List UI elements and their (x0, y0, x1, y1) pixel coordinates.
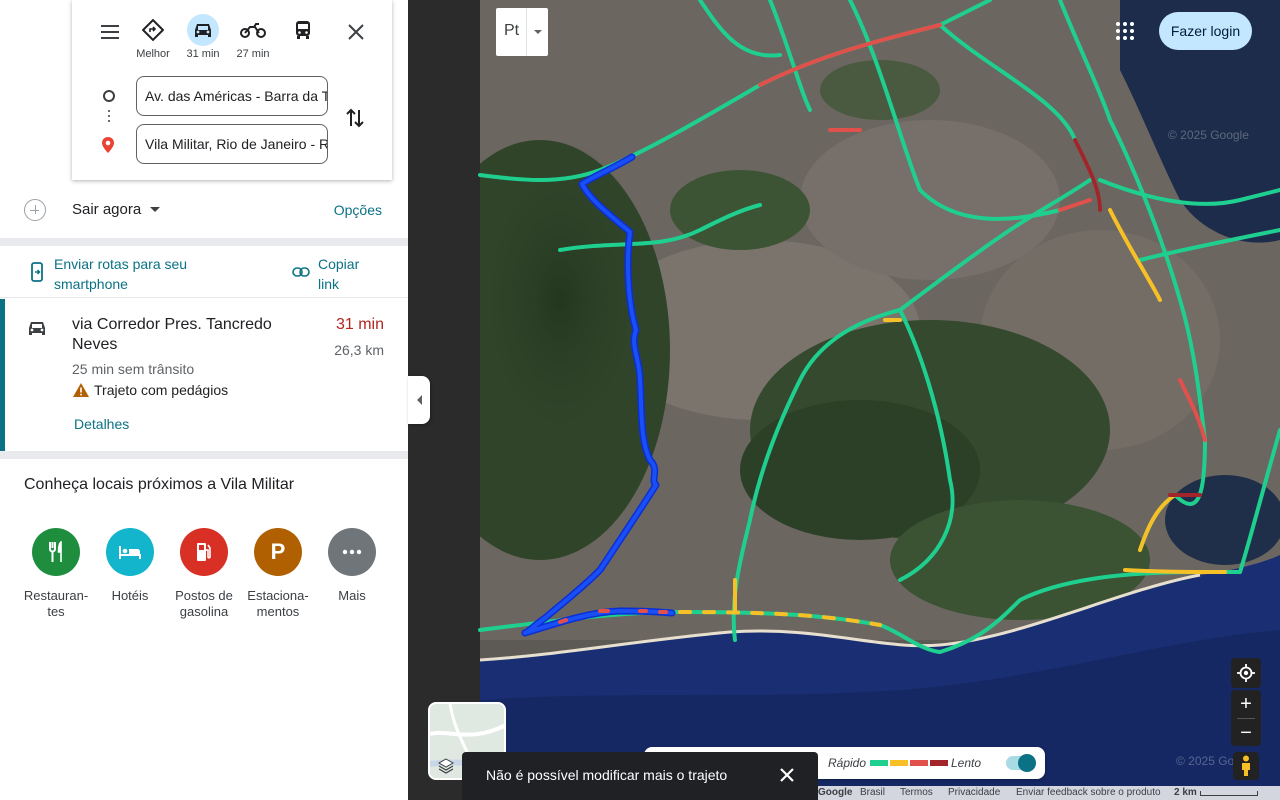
link-icon[interactable] (292, 264, 310, 282)
language-selector[interactable]: Pt (496, 8, 548, 56)
menu-icon[interactable] (98, 20, 122, 44)
caret-down-icon (534, 30, 542, 34)
category-more[interactable]: Mais (315, 528, 389, 604)
category-label: Restauran-tes (23, 588, 89, 619)
my-location-button[interactable] (1231, 658, 1261, 688)
nearby-title: Conheça locais próximos a Vila Militar (24, 476, 295, 493)
street-view-pegman-icon[interactable] (1233, 752, 1259, 780)
motorcycle-icon (237, 14, 269, 46)
google-apps-icon[interactable] (1116, 22, 1134, 40)
selected-route-indicator (0, 299, 5, 451)
legend-swatch (870, 760, 888, 766)
legend-swatch (910, 760, 928, 766)
share-row: Enviar rotas para seu smartphone Copiar … (0, 246, 408, 298)
travel-mode-row: Melhor 31 min 27 min (72, 14, 392, 64)
depart-time-row: Sair agora Opções (0, 192, 408, 228)
zoom-controls: + − (1231, 690, 1261, 746)
details-button[interactable]: Detalhes (74, 416, 129, 432)
parking-icon: P (254, 528, 302, 576)
origin-input[interactable]: Av. das Américas - Barra da Tijuca (136, 76, 328, 116)
directions-panel: Melhor 31 min 27 min Av. das Américas - … (0, 0, 408, 800)
gas-station-icon (180, 528, 228, 576)
mode-motorcycle-label: 27 min (236, 48, 270, 60)
legend-fast-label: Rápido (828, 756, 867, 770)
caret-down-icon[interactable] (150, 207, 160, 212)
layers-icon (437, 758, 455, 778)
copy-link-button[interactable]: Copiar link (318, 254, 378, 294)
directions-icon (137, 14, 169, 46)
category-label: Postos de gasolina (175, 588, 233, 619)
destination-input[interactable]: Vila Militar, Rio de Janeiro - RJ (136, 124, 328, 164)
transit-icon (287, 14, 319, 46)
restaurant-icon (32, 528, 80, 576)
category-label: Hotéis (111, 588, 149, 603)
category-gas-stations[interactable]: Postos de gasolina (167, 528, 241, 620)
snackbar: Não é possível modificar mais o trajeto (462, 752, 818, 800)
close-icon[interactable] (778, 766, 796, 787)
route-no-traffic-time: 25 min sem trânsito (72, 361, 195, 377)
send-to-phone-link[interactable]: Enviar rotas para seu smartphone (54, 254, 244, 294)
footer-google: Google (818, 787, 853, 798)
directions-card: Melhor 31 min 27 min Av. das Américas - … (72, 0, 392, 180)
legend-swatch (890, 760, 908, 766)
map-canvas[interactable]: © 2025 Google © 2025 Google (408, 0, 1280, 800)
snackbar-message: Não é possível modificar mais o trajeto (486, 767, 728, 783)
mode-car[interactable]: 31 min (177, 14, 229, 60)
category-parking[interactable]: P Estaciona-mentos (241, 528, 315, 620)
close-icon[interactable] (344, 20, 368, 44)
route-distance: 26,3 km (334, 342, 384, 358)
depart-now-dropdown[interactable]: Sair agora (72, 201, 141, 218)
my-location-icon (1237, 664, 1255, 682)
legend-slow-label: Lento (951, 756, 982, 770)
warning-icon (72, 382, 90, 403)
footer-feedback-link[interactable]: Enviar feedback sobre o produto (1016, 787, 1161, 798)
mode-motorcycle[interactable]: 27 min (227, 14, 279, 60)
category-label: Estaciona-mentos (247, 588, 309, 619)
map-footer: Google Brasil Termos Privacidade Enviar … (818, 786, 1280, 800)
route-option[interactable]: via Corredor Pres. Tancredo Neves 31 min… (0, 299, 408, 451)
collapse-panel-button[interactable] (408, 376, 430, 424)
more-icon (328, 528, 376, 576)
add-destination-icon[interactable] (24, 199, 46, 221)
swap-directions-icon[interactable] (344, 106, 366, 135)
divider (0, 238, 408, 246)
route-title: via Corredor Pres. Tancredo Neves (72, 316, 272, 353)
zoom-in-button[interactable]: + (1231, 690, 1261, 718)
mode-transit[interactable] (277, 14, 329, 46)
sign-in-button[interactable]: Fazer login (1159, 12, 1252, 50)
mode-car-label: 31 min (186, 48, 220, 60)
scale-bar (1200, 791, 1258, 796)
options-button[interactable]: Opções (334, 202, 382, 218)
footer-country[interactable]: Brasil (860, 787, 885, 798)
mode-best-label: Melhor (136, 48, 170, 60)
map-watermark: © 2025 Google (1168, 128, 1249, 142)
legend-swatch (930, 760, 948, 766)
scale-label[interactable]: 2 km (1174, 787, 1197, 798)
traffic-toggle[interactable] (1006, 754, 1036, 772)
category-restaurants[interactable]: Restauran-tes (19, 528, 93, 620)
route-duration: 31 min (335, 316, 384, 333)
divider (0, 451, 408, 459)
hotel-icon (106, 528, 154, 576)
category-hotels[interactable]: Hotéis (93, 528, 167, 604)
origin-circle-icon (103, 90, 115, 102)
route-dots-icon (108, 110, 110, 125)
car-icon (187, 14, 219, 46)
send-to-phone-icon[interactable] (30, 262, 44, 287)
footer-privacy-link[interactable]: Privacidade (948, 787, 1000, 798)
mode-best[interactable]: Melhor (127, 14, 179, 60)
chevron-left-icon (417, 395, 422, 405)
satellite-map (408, 0, 1280, 800)
footer-terms-link[interactable]: Termos (900, 787, 933, 798)
divider (526, 8, 527, 56)
language-label: Pt (504, 22, 520, 39)
category-label: Mais (338, 588, 366, 603)
toll-warning: Trajeto com pedágios (94, 382, 229, 398)
destination-pin-icon (101, 136, 115, 159)
car-icon (26, 319, 48, 342)
zoom-out-button[interactable]: − (1231, 719, 1261, 747)
